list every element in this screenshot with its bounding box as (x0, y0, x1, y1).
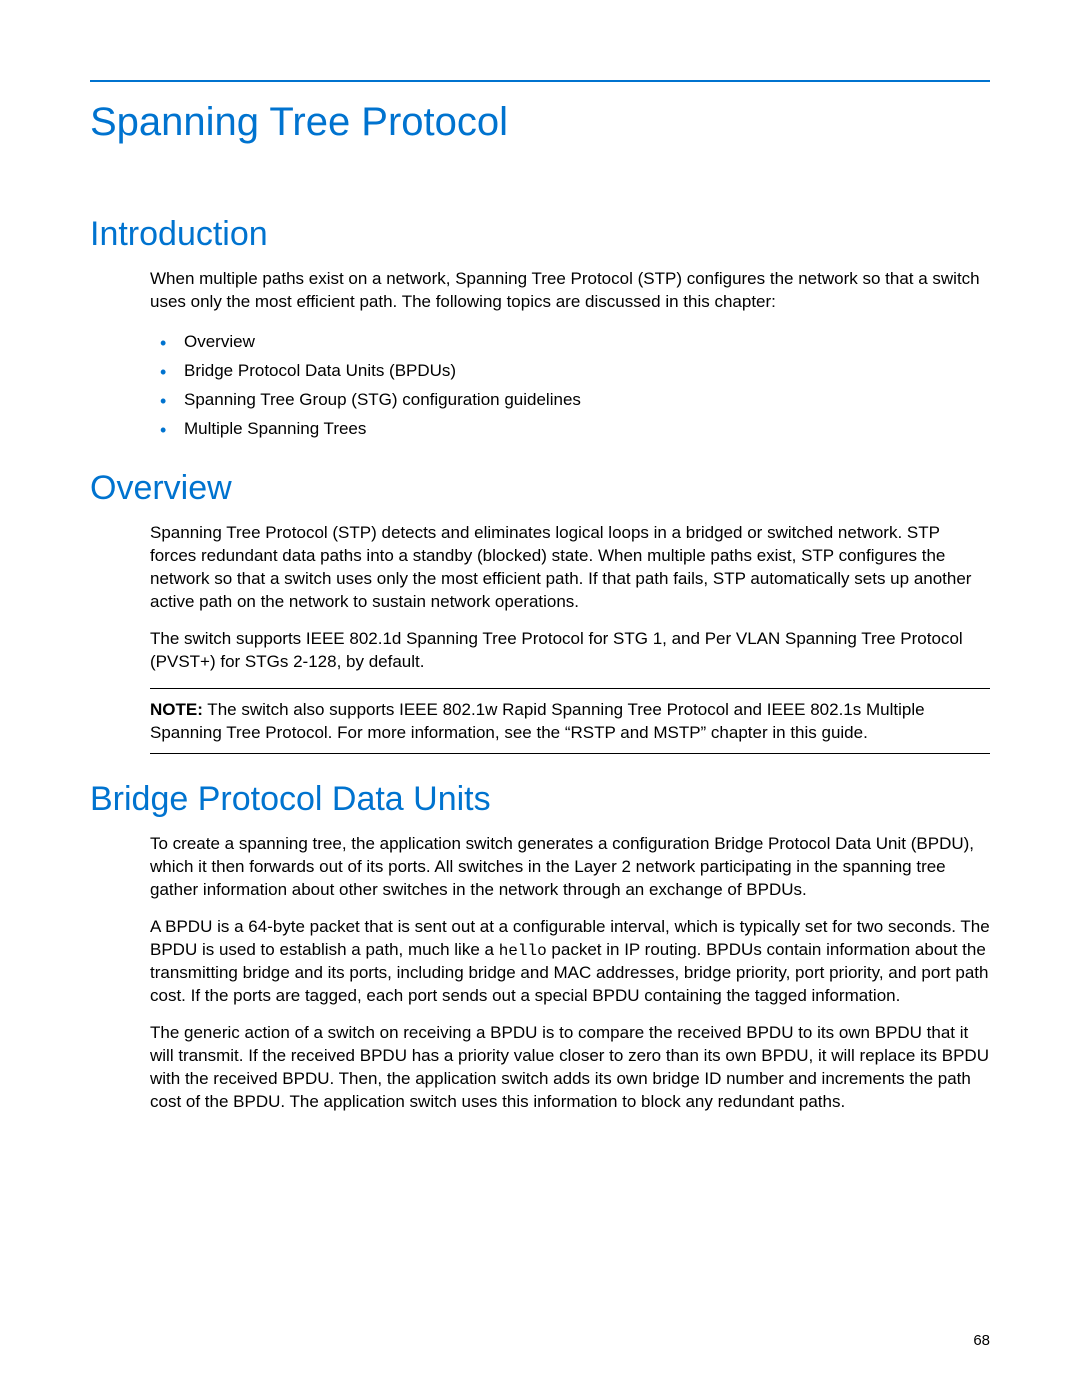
bpdu-p2-mono: hello (499, 942, 547, 960)
document-title: Spanning Tree Protocol (90, 100, 990, 145)
introduction-body: When multiple paths exist on a network, … (150, 268, 990, 443)
list-item: Bridge Protocol Data Units (BPDUs) (150, 357, 990, 386)
note-body: The switch also supports IEEE 802.1w Rap… (150, 700, 925, 742)
note-box: NOTE: The switch also supports IEEE 802.… (150, 688, 990, 754)
page-number: 68 (973, 1332, 990, 1349)
overview-paragraph-2: The switch supports IEEE 802.1d Spanning… (150, 628, 990, 674)
note-text: NOTE: The switch also supports IEEE 802.… (150, 699, 990, 745)
list-item: Multiple Spanning Trees (150, 415, 990, 444)
top-rule (90, 80, 990, 82)
section-heading-introduction: Introduction (90, 215, 990, 254)
introduction-paragraph: When multiple paths exist on a network, … (150, 268, 990, 314)
bpdu-paragraph-1: To create a spanning tree, the applicati… (150, 833, 990, 902)
bpdu-body: To create a spanning tree, the applicati… (150, 833, 990, 1114)
overview-paragraph-1: Spanning Tree Protocol (STP) detects and… (150, 522, 990, 614)
section-heading-overview: Overview (90, 469, 990, 508)
topic-list: Overview Bridge Protocol Data Units (BPD… (150, 328, 990, 444)
list-item: Spanning Tree Group (STG) configuration … (150, 386, 990, 415)
list-item: Overview (150, 328, 990, 357)
note-label: NOTE: (150, 700, 203, 719)
overview-body: Spanning Tree Protocol (STP) detects and… (150, 522, 990, 754)
section-heading-bpdu: Bridge Protocol Data Units (90, 780, 990, 819)
document-page: Spanning Tree Protocol Introduction When… (0, 0, 1080, 1397)
bpdu-paragraph-2: A BPDU is a 64-byte packet that is sent … (150, 916, 990, 1008)
bpdu-paragraph-3: The generic action of a switch on receiv… (150, 1022, 990, 1114)
